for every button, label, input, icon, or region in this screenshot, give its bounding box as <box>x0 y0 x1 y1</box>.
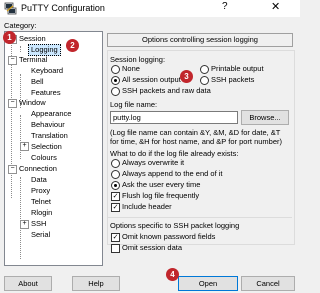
radio-ssh-packets-label[interactable]: SSH packets <box>211 75 254 84</box>
include-header-label[interactable]: Include header <box>122 202 172 211</box>
radio-ask-user-label[interactable]: Ask the user every time <box>122 180 200 189</box>
tree-item-connection[interactable]: Connection <box>19 164 57 174</box>
annotation-badge-1: 1 <box>3 31 16 44</box>
putty-window: PuTTY Configuration ? ✕ Category: − Sess… <box>0 0 300 293</box>
tree-item-terminal[interactable]: Terminal <box>19 55 47 65</box>
terminal-collapse-icon[interactable]: − <box>8 56 17 65</box>
session-logging-label: Session logging: <box>110 55 166 64</box>
section-divider <box>108 217 292 218</box>
tree-item-behaviour[interactable]: Behaviour <box>31 120 65 130</box>
omit-session-data-checkbox[interactable] <box>111 244 120 253</box>
open-button[interactable]: Open <box>178 276 238 291</box>
window-collapse-icon[interactable]: − <box>8 99 17 108</box>
help-button[interactable]: Help <box>72 276 120 291</box>
radio-overwrite[interactable] <box>111 159 120 168</box>
radio-all-session-output-label[interactable]: All session output <box>122 75 181 84</box>
log-file-hint: (Log file name can contain &Y, &M, &D fo… <box>110 128 283 146</box>
ssh-section-label: Options specific to SSH packet logging <box>110 221 240 230</box>
log-file-input[interactable]: putty.log <box>110 111 238 124</box>
flush-checkbox[interactable]: ✓ <box>111 192 120 201</box>
exists-label: What to do if the log file already exist… <box>110 149 239 158</box>
tree-item-keyboard[interactable]: Keyboard <box>31 66 63 76</box>
radio-all-session-output[interactable] <box>111 76 120 85</box>
radio-none-label[interactable]: None <box>122 64 140 73</box>
omit-passwords-checkbox[interactable]: ✓ <box>111 233 120 242</box>
category-label: Category: <box>4 21 37 30</box>
tree-item-appearance[interactable]: Appearance <box>31 109 71 119</box>
tree-item-session[interactable]: Session <box>19 34 46 44</box>
tree-item-telnet[interactable]: Telnet <box>31 197 51 207</box>
category-tree[interactable]: − Session Logging − Terminal Keyboard Be… <box>4 31 103 266</box>
radio-none[interactable] <box>111 65 120 74</box>
radio-printable-output-label[interactable]: Printable output <box>211 64 264 73</box>
flush-label[interactable]: Flush log file frequently <box>122 191 199 200</box>
tree-item-ssh[interactable]: SSH <box>31 219 46 229</box>
tree-item-window[interactable]: Window <box>19 98 46 108</box>
omit-passwords-label[interactable]: Omit known password fields <box>122 232 215 241</box>
radio-ssh-packets[interactable] <box>200 76 209 85</box>
omit-session-data-label[interactable]: Omit session data <box>122 243 182 252</box>
selection-expand-icon[interactable]: + <box>20 142 29 151</box>
radio-ask-user[interactable] <box>111 181 120 190</box>
help-icon[interactable]: ? <box>222 1 228 12</box>
browse-button[interactable]: Browse... <box>241 110 289 125</box>
window-title: PuTTY Configuration <box>21 3 105 13</box>
tree-item-serial[interactable]: Serial <box>31 230 50 240</box>
tree-item-rlogin[interactable]: Rlogin <box>31 208 52 218</box>
annotation-badge-3: 3 <box>180 70 193 83</box>
panel-header: Options controlling session logging <box>107 33 293 47</box>
tree-item-translation[interactable]: Translation <box>31 131 68 141</box>
about-button[interactable]: About <box>4 276 52 291</box>
annotation-badge-2: 2 <box>66 39 79 52</box>
title-bar: PuTTY Configuration ? ✕ <box>0 0 300 17</box>
radio-overwrite-label[interactable]: Always overwrite it <box>122 158 184 167</box>
log-file-label: Log file name: <box>110 100 158 109</box>
tree-item-selection[interactable]: Selection <box>31 142 62 152</box>
radio-printable-output[interactable] <box>200 65 209 74</box>
radio-append-label[interactable]: Always append to the end of it <box>122 169 223 178</box>
tree-item-colours[interactable]: Colours <box>31 153 57 163</box>
tree-item-bell[interactable]: Bell <box>31 77 44 87</box>
tree-item-data[interactable]: Data <box>31 175 47 185</box>
cancel-button[interactable]: Cancel <box>241 276 295 291</box>
ssh-expand-icon[interactable]: + <box>20 220 29 229</box>
radio-ssh-raw-label[interactable]: SSH packets and raw data <box>122 86 211 95</box>
tree-item-proxy[interactable]: Proxy <box>31 186 50 196</box>
tree-item-features[interactable]: Features <box>31 88 61 98</box>
connection-collapse-icon[interactable]: − <box>8 165 17 174</box>
annotation-badge-4: 4 <box>166 268 179 281</box>
putty-app-icon <box>4 2 17 15</box>
close-icon[interactable]: ✕ <box>271 0 280 13</box>
radio-append[interactable] <box>111 170 120 179</box>
include-header-checkbox[interactable]: ✓ <box>111 203 120 212</box>
radio-ssh-raw[interactable] <box>111 87 120 96</box>
